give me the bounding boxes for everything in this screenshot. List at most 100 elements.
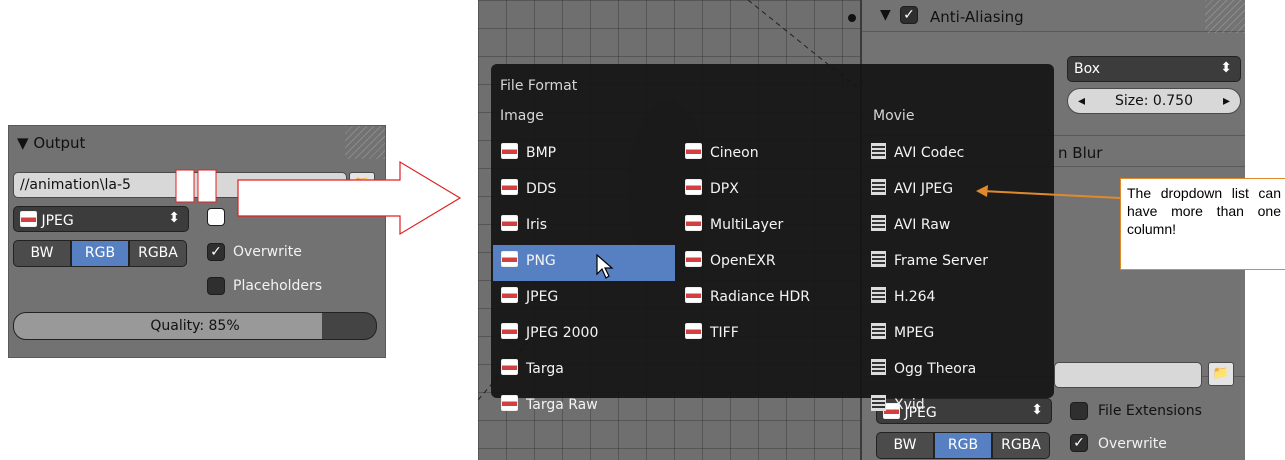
quality-slider[interactable]: Quality: 85%: [13, 312, 377, 340]
format-menu-item[interactable]: OpenEXR: [677, 245, 859, 281]
format-menu-item[interactable]: JPEG 2000: [493, 317, 675, 353]
file-format-value: JPEG: [41, 213, 74, 229]
format-menu-item-label: BMP: [526, 145, 557, 161]
image-format-icon: [501, 395, 518, 411]
color-mode-bw-button[interactable]: BW: [13, 240, 71, 267]
format-menu-item[interactable]: Cineon: [677, 137, 859, 173]
arrow-highlight-box: [175, 169, 195, 203]
format-menu-item[interactable]: Targa: [493, 353, 675, 389]
collapse-triangle-icon[interactable]: ▼: [17, 134, 29, 152]
rgba-label-2: RGBA: [1001, 437, 1041, 453]
format-menu-item-label: Cineon: [710, 145, 759, 161]
format-menu-item[interactable]: AVI Raw: [863, 209, 1049, 245]
placeholders-checkbox[interactable]: [207, 277, 225, 295]
bw-label: BW: [30, 245, 54, 261]
image-format-icon: [685, 215, 702, 231]
image-format-icon: [501, 323, 518, 339]
rgb-label-2: RGB: [947, 437, 979, 453]
format-menu-item[interactable]: TIFF: [677, 317, 859, 353]
rgb-label: RGB: [84, 245, 116, 261]
format-menu-item[interactable]: JPEG: [493, 281, 675, 317]
movie-format-icon: [871, 395, 886, 411]
color-mode-rgba-button-2[interactable]: RGBA: [992, 432, 1050, 459]
file-format-menu: File Format Image Movie BMP DDS Iris PNG JPE…: [491, 64, 1054, 413]
file-extensions-label: File Extensions: [1098, 403, 1202, 419]
format-menu-item-label: Radiance HDR: [710, 289, 811, 305]
increment-arrow-icon[interactable]: ▸: [1223, 93, 1230, 109]
movie-column-header: Movie: [873, 108, 915, 124]
image-format-icon: [685, 251, 702, 267]
image-column-header: Image: [500, 108, 544, 124]
color-mode-rgb-button-2[interactable]: RGB: [934, 432, 992, 459]
format-menu-item[interactable]: H.264: [863, 281, 1049, 317]
output-panel-header[interactable]: ▼ Output: [9, 126, 385, 159]
aa-size-field[interactable]: ◂ Size: 0.750 ▸: [1067, 88, 1241, 114]
image-format-icon: [685, 143, 702, 159]
movie-format-icon: [871, 143, 886, 159]
format-menu-item-label: DDS: [526, 181, 557, 197]
output-path-field-2[interactable]: [1054, 362, 1202, 388]
format-menu-item[interactable]: Ogg Theora: [863, 353, 1049, 389]
overwrite-checkbox-2[interactable]: ✓: [1070, 434, 1088, 452]
output-path-text: //animation\la-5: [20, 177, 131, 193]
format-menu-item[interactable]: Xvid: [863, 389, 1049, 425]
movie-format-icon: [871, 179, 886, 195]
format-menu-item[interactable]: MultiLayer: [677, 209, 859, 245]
format-menu-item-label: MPEG: [894, 325, 935, 341]
image-format-icon: [685, 179, 702, 195]
format-menu-item-label: MultiLayer: [710, 217, 784, 233]
expand-triangle-icon[interactable]: ▼: [880, 7, 891, 23]
quality-slider-label: Quality: 85%: [150, 318, 240, 334]
bw-label-2: BW: [893, 437, 917, 453]
format-menu-item[interactable]: Iris: [493, 209, 675, 245]
format-menu-item-label: Targa Raw: [526, 397, 598, 413]
output-panel-title: Output: [33, 134, 86, 152]
format-menu-item[interactable]: Frame Server: [863, 245, 1049, 281]
format-menu-item-label: Frame Server: [894, 253, 988, 269]
format-menu-item[interactable]: MPEG: [863, 317, 1049, 353]
color-mode-rgb-button[interactable]: RGB: [71, 240, 129, 267]
image-format-icon: [501, 215, 518, 231]
folder-icon[interactable]: 📁: [1208, 362, 1234, 386]
movie-format-icon: [871, 215, 886, 231]
updown-arrows-icon: ⬍: [1220, 60, 1232, 76]
anti-aliasing-checkbox[interactable]: ✓: [900, 6, 918, 24]
placeholders-label: Placeholders: [233, 278, 323, 294]
format-menu-item[interactable]: AVI Codec: [863, 137, 1049, 173]
format-menu-item[interactable]: BMP: [493, 137, 675, 173]
aa-size-value: Size: 0.750: [1115, 93, 1193, 109]
format-menu-item-label: AVI JPEG: [894, 181, 954, 197]
format-menu-item[interactable]: Targa Raw: [493, 389, 675, 425]
format-menu-item[interactable]: DPX: [677, 173, 859, 209]
arrow-callout: [175, 160, 462, 236]
callout-line: [976, 185, 1121, 199]
format-menu-item-label: Iris: [526, 217, 548, 233]
color-mode-bw-button-2[interactable]: BW: [876, 432, 934, 459]
aa-filter-dropdown[interactable]: Box ⬍: [1067, 56, 1241, 82]
panel-grip-icon[interactable]: [345, 126, 385, 159]
file-format-dropdown[interactable]: JPEG ⬍: [13, 206, 189, 232]
image-format-icon: [501, 179, 518, 195]
mouse-cursor-icon: [596, 254, 614, 279]
format-menu-item-label: Xvid: [894, 397, 925, 413]
format-menu-item-label: H.264: [894, 289, 936, 305]
format-menu-item[interactable]: Radiance HDR: [677, 281, 859, 317]
anti-aliasing-header[interactable]: ▼ ✓ Anti-Aliasing: [862, 0, 1245, 32]
image-format-icon: [501, 251, 518, 267]
format-menu-item-label: AVI Raw: [894, 217, 951, 233]
format-menu-item-label: DPX: [710, 181, 739, 197]
image-format-icon: [501, 287, 518, 303]
menu-title: File Format: [500, 78, 578, 94]
image-format-icon: [501, 359, 518, 375]
format-menu-item[interactable]: PNG: [493, 245, 675, 281]
image-format-icon: [501, 143, 518, 159]
decrement-arrow-icon[interactable]: ◂: [1078, 93, 1085, 109]
file-extensions-checkbox[interactable]: [1070, 402, 1088, 420]
movie-format-icon: [871, 287, 886, 303]
format-menu-item[interactable]: DDS: [493, 173, 675, 209]
format-menu-item-label: Ogg Theora: [894, 361, 977, 377]
image-format-icon: [685, 287, 702, 303]
panel-grip-icon[interactable]: [1205, 0, 1245, 33]
format-menu-item-label: PNG: [526, 253, 556, 269]
format-menu-item-label: JPEG 2000: [526, 325, 599, 341]
